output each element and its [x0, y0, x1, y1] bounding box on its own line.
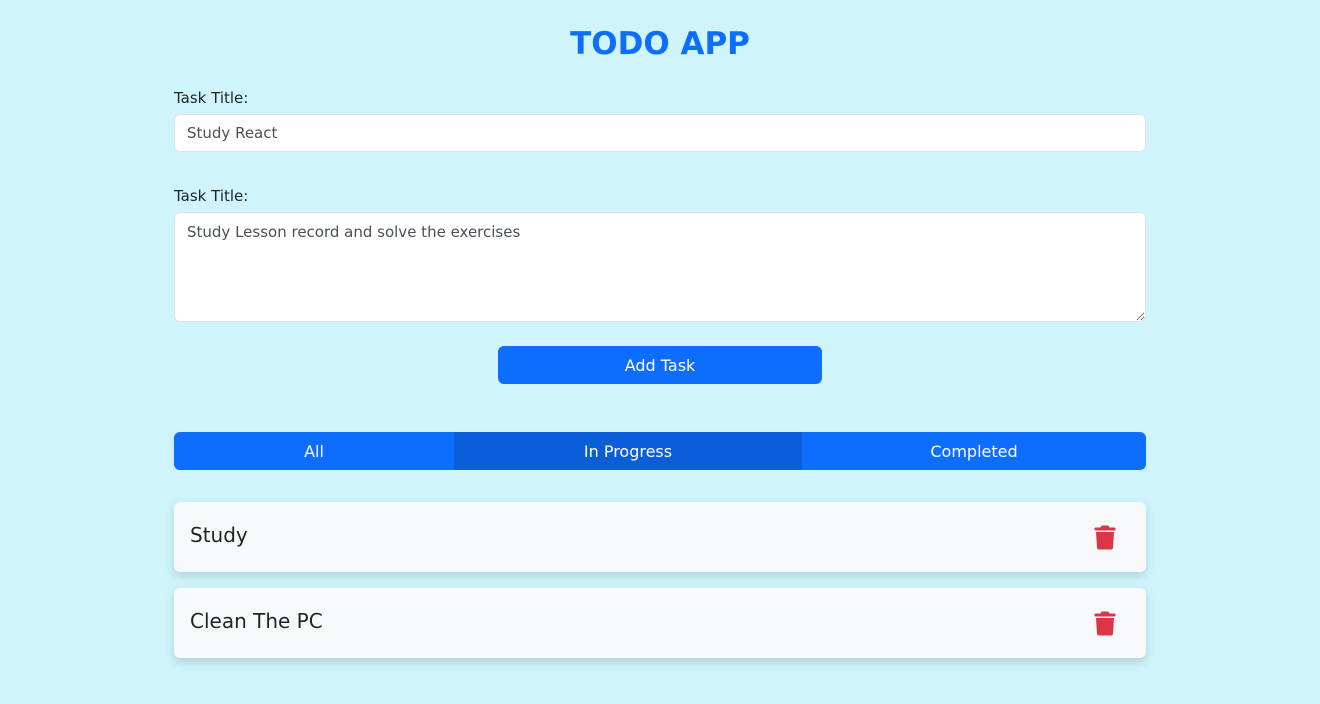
add-task-button[interactable]: Add Task: [498, 346, 822, 384]
filter-in-progress-button[interactable]: In Progress: [454, 432, 802, 470]
filter-completed-button[interactable]: Completed: [802, 432, 1146, 470]
filter-tabs: All In Progress Completed: [174, 432, 1146, 470]
task-title: Clean The PC: [190, 609, 323, 633]
trash-icon: [1094, 525, 1116, 549]
page-title: TODO APP: [570, 26, 750, 62]
task-description-label: Task Title:: [174, 187, 249, 205]
delete-task-button[interactable]: [1094, 610, 1118, 636]
trash-icon: [1094, 611, 1116, 635]
task-card: Study: [174, 502, 1146, 572]
task-title-input[interactable]: [174, 114, 1146, 152]
task-description-textarea[interactable]: Study Lesson record and solve the exerci…: [174, 212, 1146, 322]
delete-task-button[interactable]: [1094, 524, 1118, 550]
task-title: Study: [190, 523, 248, 547]
task-card: Clean The PC: [174, 588, 1146, 658]
task-title-label: Task Title:: [174, 89, 249, 107]
filter-all-button[interactable]: All: [174, 432, 454, 470]
